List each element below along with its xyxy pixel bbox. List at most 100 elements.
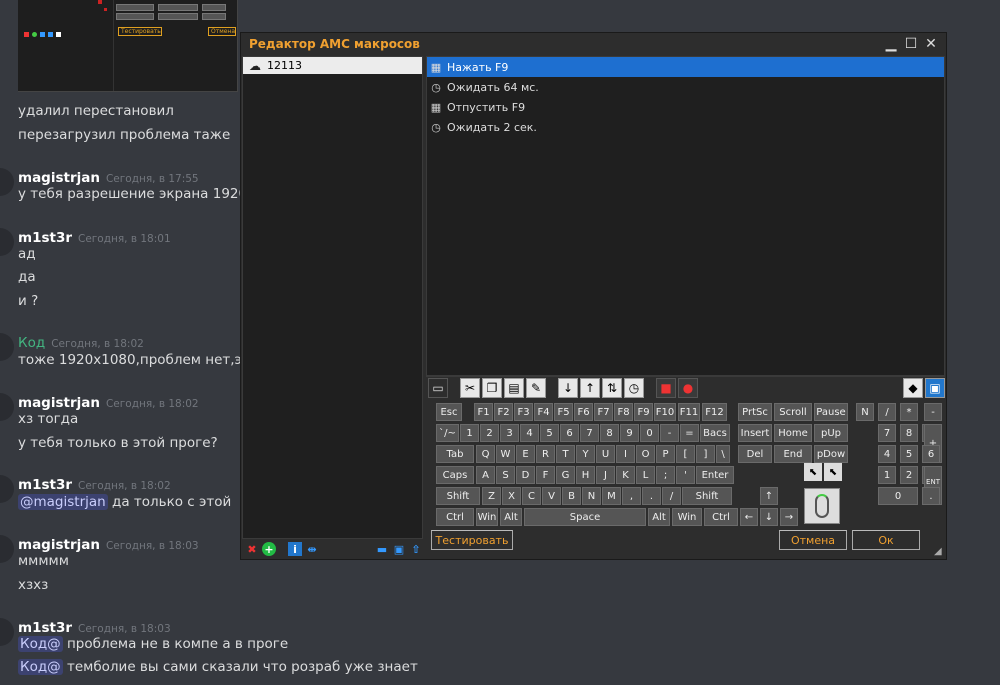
key-pdow[interactable]: pDow [814,445,848,463]
maximize-icon[interactable]: ☐ [904,37,918,51]
key-space[interactable]: Space [524,508,646,526]
key-8[interactable]: 8 [900,424,918,442]
ok-button[interactable]: Ок [852,530,920,550]
username[interactable]: magistrjan [18,395,100,411]
cut-icon[interactable]: ✂ [460,377,480,398]
key-↑[interactable]: ↑ [760,487,778,505]
key-f4[interactable]: F4 [534,403,553,421]
step-item[interactable]: ▦ Нажать F9 [427,57,944,77]
key-'[interactable]: ' [676,466,695,484]
username[interactable]: m1st3r [18,477,72,493]
key-g[interactable]: G [556,466,575,484]
key-3[interactable]: 3 [500,424,519,442]
key-/[interactable]: / [662,487,681,505]
key-r[interactable]: R [536,445,555,463]
key-d[interactable]: D [516,466,535,484]
key-n[interactable]: N [856,403,874,421]
key-.[interactable]: . [922,487,940,505]
key-esc[interactable]: Esc [436,403,462,421]
key-2[interactable]: 2 [900,466,918,484]
username[interactable]: magistrjan [18,537,100,553]
screenshot-thumbnail[interactable]: Тестировать Отмена [18,0,238,92]
username[interactable]: m1st3r [18,620,72,636]
key-win[interactable]: Win [476,508,498,526]
avatar[interactable] [0,228,14,256]
key-f[interactable]: F [536,466,555,484]
key-shift[interactable]: Shift [682,487,732,505]
step-item[interactable]: ▦ Отпустить F9 [427,97,944,117]
username[interactable]: m1st3r [18,230,72,246]
key-p[interactable]: P [656,445,675,463]
key-[[interactable]: [ [676,445,695,463]
key-ctrl[interactable]: Ctrl [704,508,738,526]
move-icon[interactable]: ⇹ [305,542,319,556]
key-f9[interactable]: F9 [634,403,653,421]
key-8[interactable]: 8 [600,424,619,442]
key-1[interactable]: 1 [460,424,479,442]
cursor-left-icon[interactable]: ⬉ [804,463,822,481]
key-f12[interactable]: F12 [702,403,727,421]
username[interactable]: Код [18,335,45,351]
stop-icon[interactable]: ■ [656,377,676,398]
clear-icon[interactable]: ▭ [428,377,448,398]
key-m[interactable]: M [602,487,621,505]
user-mention[interactable]: @magistrjan [18,494,108,510]
key-=[interactable]: = [680,424,699,442]
key-del[interactable]: Del [738,445,772,463]
key-t[interactable]: T [556,445,575,463]
user-mention[interactable]: Код@ [18,659,63,675]
key-pause[interactable]: Pause [814,403,848,421]
key-←[interactable]: ← [740,508,758,526]
edit-icon[interactable]: ✎ [526,377,546,398]
avatar[interactable] [0,333,14,361]
key-c[interactable]: C [522,487,541,505]
key-y[interactable]: Y [576,445,595,463]
key-4[interactable]: 4 [878,445,896,463]
key-j[interactable]: J [596,466,615,484]
key-f2[interactable]: F2 [494,403,513,421]
key-w[interactable]: W [496,445,515,463]
key-6[interactable]: 6 [922,445,940,463]
key-ctrl[interactable]: Ctrl [436,508,474,526]
key-5[interactable]: 5 [540,424,559,442]
key-→[interactable]: → [780,508,798,526]
move-up-icon[interactable]: ↑ [580,377,600,398]
delay-icon[interactable]: ◷ [624,377,644,398]
key-1[interactable]: 1 [878,466,896,484]
key-f6[interactable]: F6 [574,403,593,421]
save-icon[interactable]: ▣ [925,377,945,398]
key-alt[interactable]: Alt [648,508,670,526]
copy-icon[interactable]: ❐ [482,377,502,398]
info-icon[interactable]: i [288,542,302,556]
cursor-right-icon[interactable]: ⬉ [824,463,842,481]
key-caps[interactable]: Caps [436,466,474,484]
mouse-icon[interactable] [804,488,840,524]
close-icon[interactable]: ✕ [924,37,938,51]
macro-item[interactable]: ☁ 12113 [243,57,422,74]
key-5[interactable]: 5 [900,445,918,463]
key-s[interactable]: S [496,466,515,484]
title-bar[interactable]: Редактор АМС макросов ▁ ☐ ✕ [241,33,946,55]
key-l[interactable]: L [636,466,655,484]
username[interactable]: magistrjan [18,170,100,186]
minimize-icon[interactable]: ▁ [884,37,898,51]
key-bacs[interactable]: Bacs [700,424,730,442]
key-,[interactable]: , [622,487,641,505]
key-;[interactable]: ; [656,466,675,484]
key-7[interactable]: 7 [580,424,599,442]
key-2[interactable]: 2 [480,424,499,442]
key-insert[interactable]: Insert [738,424,772,442]
avatar[interactable] [0,475,14,503]
key-f10[interactable]: F10 [654,403,676,421]
key-9[interactable]: 9 [620,424,639,442]
key-\[interactable]: \ [716,445,730,463]
key-][interactable]: ] [696,445,715,463]
key-end[interactable]: End [774,445,812,463]
replace-icon[interactable]: ⇅ [602,377,622,398]
avatar[interactable] [0,393,14,421]
key-f5[interactable]: F5 [554,403,573,421]
key-k[interactable]: K [616,466,635,484]
key-pup[interactable]: pUp [814,424,848,442]
key-0[interactable]: 0 [640,424,659,442]
key-u[interactable]: U [596,445,615,463]
